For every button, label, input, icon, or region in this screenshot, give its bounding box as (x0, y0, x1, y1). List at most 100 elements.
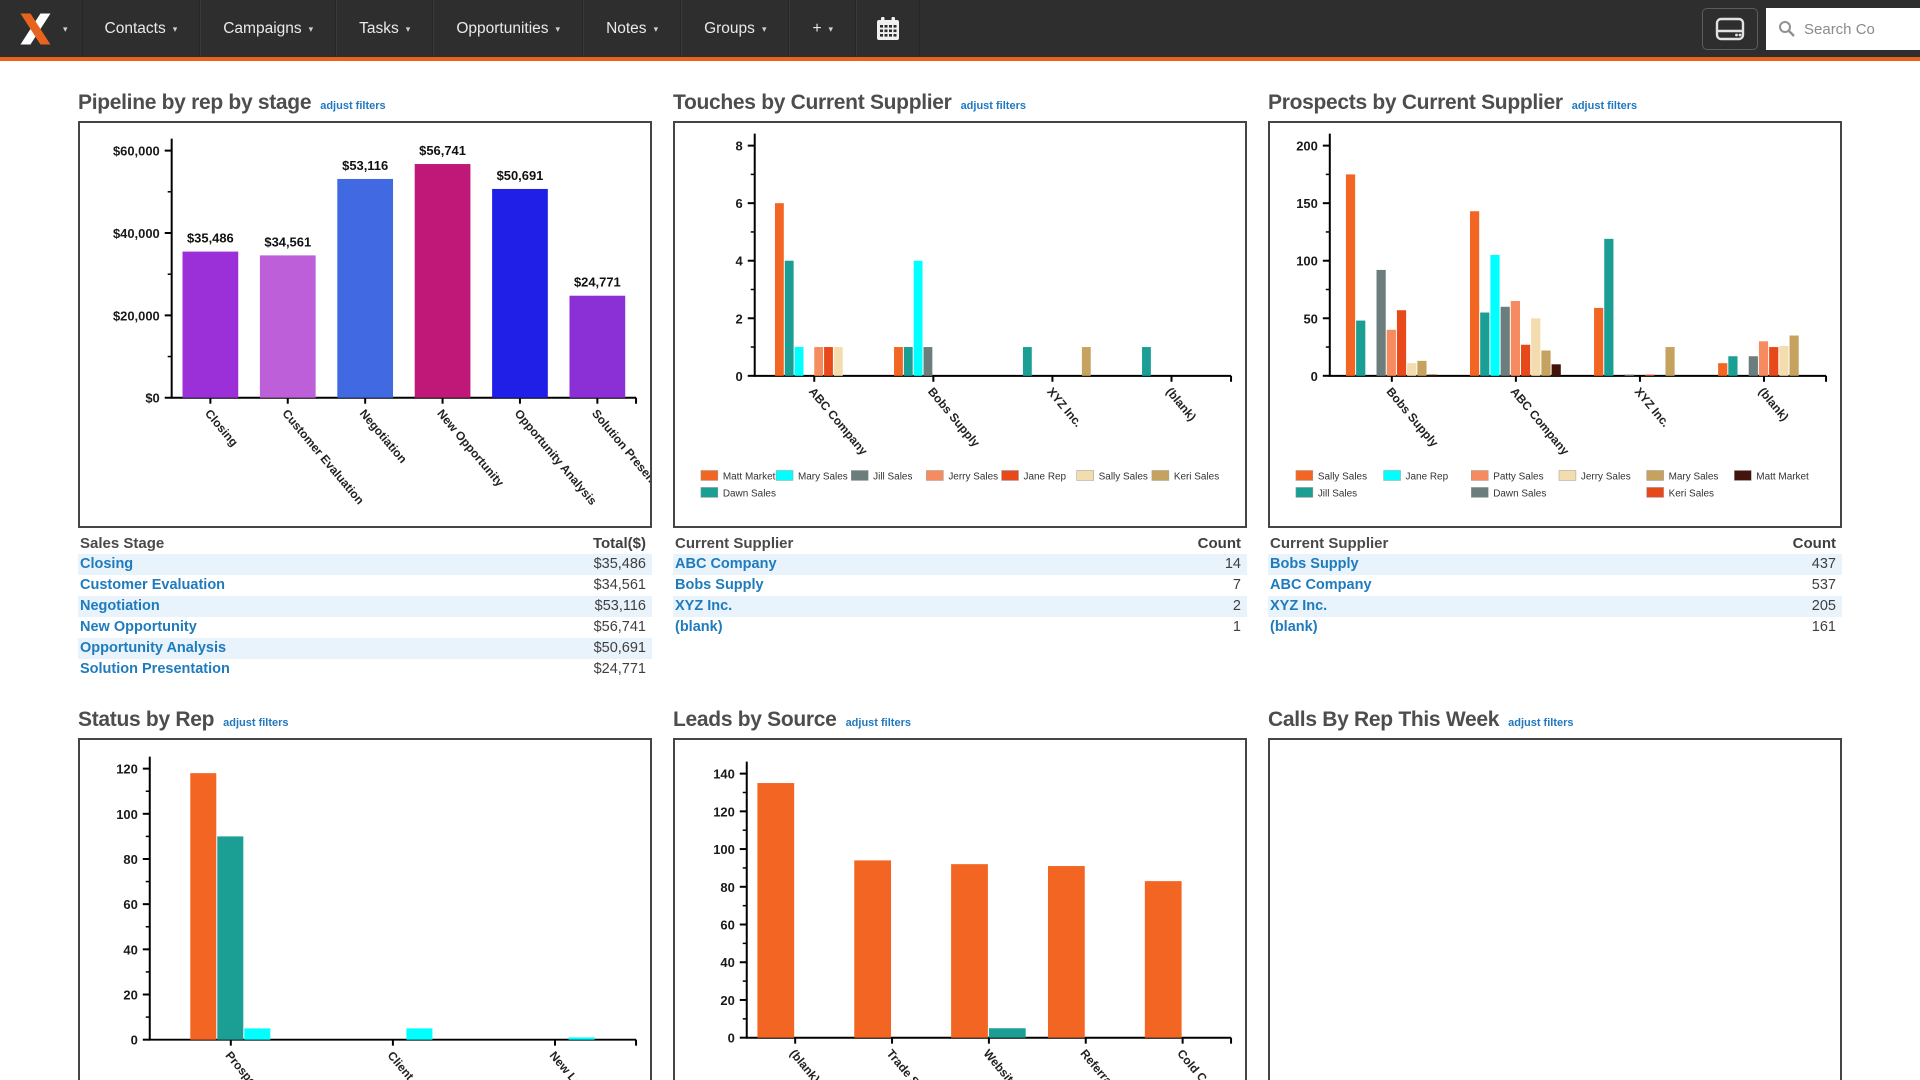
caret-down-icon: ▾ (406, 22, 411, 35)
search-input[interactable] (1804, 21, 1920, 38)
widget-leads: Leads by Source adjust filters 020406080… (673, 708, 1247, 1080)
svg-text:Website: Website (981, 1047, 1021, 1080)
table-link[interactable]: (blank) (675, 618, 723, 637)
table-row: (blank)1 (673, 617, 1247, 638)
adjust-filters-link[interactable]: adjust filters (1572, 100, 1637, 112)
drive-icon (1715, 17, 1745, 41)
svg-text:0: 0 (131, 1033, 138, 1048)
table-link[interactable]: Negotiation (80, 597, 160, 616)
svg-text:Jill Sales: Jill Sales (873, 471, 912, 482)
svg-text:Solution Presentation: Solution Presentation (589, 407, 650, 511)
adjust-filters-link[interactable]: adjust filters (961, 100, 1026, 112)
svg-text:100: 100 (1296, 254, 1318, 269)
svg-text:Keri Sales: Keri Sales (1669, 488, 1714, 499)
svg-text:8: 8 (736, 139, 743, 154)
adjust-filters-link[interactable]: adjust filters (223, 717, 288, 729)
nav-item-tasks[interactable]: Tasks▾ (336, 0, 433, 57)
svg-text:Negotiation: Negotiation (357, 407, 410, 466)
adjust-filters-link[interactable]: adjust filters (846, 717, 911, 729)
table-row: Opportunity Analysis $50,691 (78, 638, 652, 659)
table-link[interactable]: Opportunity Analysis (80, 639, 226, 658)
widget-touches: Touches by Current Supplier adjust filte… (673, 91, 1247, 680)
svg-text:0: 0 (728, 1031, 735, 1046)
touches-chart: 02468ABC CompanyBobs SupplyXYZ Inc.(blan… (673, 121, 1247, 528)
svg-text:60: 60 (720, 918, 734, 933)
nav-item-contacts[interactable]: Contacts▾ (83, 0, 201, 57)
svg-text:Cold Call: Cold Call (1174, 1047, 1218, 1080)
app-logo[interactable]: ▾ (0, 0, 83, 57)
caret-down-icon: ▾ (654, 22, 659, 35)
table-row: Bobs Supply437 (1268, 554, 1842, 575)
svg-text:Prospect: Prospect (223, 1049, 267, 1080)
svg-text:80: 80 (720, 880, 734, 895)
table-link[interactable]: ABC Company (675, 555, 777, 574)
table-value: $56,741 (594, 618, 646, 637)
svg-text:60: 60 (123, 897, 137, 912)
widget-title: Pipeline by rep by stage (78, 91, 311, 115)
widget-title: Touches by Current Supplier (673, 91, 952, 115)
widget-title: Calls By Rep This Week (1268, 708, 1499, 732)
archive-button[interactable] (1702, 8, 1758, 50)
svg-text:$60,000: $60,000 (113, 144, 160, 159)
svg-text:$56,741: $56,741 (419, 143, 466, 158)
table-row: Customer Evaluation $34,561 (78, 575, 652, 596)
top-navbar: ▾ Contacts▾Campaigns▾Tasks▾Opportunities… (0, 0, 1920, 61)
svg-text:Sally Sales: Sally Sales (1318, 471, 1367, 482)
svg-text:Patty Sales: Patty Sales (1493, 471, 1543, 482)
table-link[interactable]: Solution Presentation (80, 660, 230, 679)
nav-item-add[interactable]: +▾ (789, 0, 856, 57)
x2-logo-icon (14, 9, 56, 49)
table-value: 7 (1233, 576, 1241, 595)
table-link[interactable]: XYZ Inc. (675, 597, 732, 616)
svg-text:2: 2 (736, 311, 743, 326)
svg-text:80: 80 (123, 852, 137, 867)
svg-text:Matt Market: Matt Market (1756, 471, 1809, 482)
table-value: 161 (1812, 618, 1836, 637)
caret-down-icon: ▾ (556, 22, 561, 35)
svg-text:40: 40 (123, 942, 137, 957)
nav-item-opportunities[interactable]: Opportunities▾ (433, 0, 583, 57)
table-value: $34,561 (594, 576, 646, 595)
svg-text:0: 0 (736, 369, 743, 384)
svg-text:Trade Show: Trade Show (884, 1047, 938, 1080)
svg-text:(blank): (blank) (1163, 385, 1199, 424)
table-value: 537 (1812, 576, 1836, 595)
table-link[interactable]: ABC Company (1270, 576, 1372, 595)
table-link[interactable]: Bobs Supply (675, 576, 764, 595)
table-link[interactable]: Closing (80, 555, 133, 574)
table-header-row: Current SupplierCount (1268, 533, 1842, 554)
table-header-row: Sales StageTotal($) (78, 533, 652, 554)
table-row: New Opportunity $56,741 (78, 617, 652, 638)
adjust-filters-link[interactable]: adjust filters (320, 100, 385, 112)
nav-item-groups[interactable]: Groups▾ (681, 0, 789, 57)
table-link[interactable]: New Opportunity (80, 618, 197, 637)
search-icon (1778, 20, 1796, 38)
nav-item-calendar[interactable] (856, 0, 920, 57)
table-row: ABC Company 14 (673, 554, 1247, 575)
adjust-filters-link[interactable]: adjust filters (1508, 717, 1573, 729)
table-value: $50,691 (594, 639, 646, 658)
svg-text:Opportunity Analysis: Opportunity Analysis (512, 407, 600, 508)
nav-item-campaigns[interactable]: Campaigns▾ (200, 0, 336, 57)
nav-item-notes[interactable]: Notes▾ (583, 0, 681, 57)
table-link[interactable]: (blank) (1270, 618, 1318, 637)
svg-text:Client: Client (385, 1049, 417, 1080)
svg-text:100: 100 (116, 807, 138, 822)
dashboard: Pipeline by rep by stage adjust filters … (0, 61, 1920, 1080)
svg-text:$53,116: $53,116 (342, 158, 388, 173)
svg-text:Jane Rep: Jane Rep (1023, 471, 1066, 482)
svg-text:Keri Sales: Keri Sales (1174, 471, 1219, 482)
table-value: 14 (1225, 555, 1241, 574)
widget-title: Prospects by Current Supplier (1268, 91, 1563, 115)
nav-item-label: Campaigns (223, 20, 301, 38)
widget-title: Status by Rep (78, 708, 214, 732)
table-row: Closing$35,486 (78, 554, 652, 575)
nav-item-label: Groups (704, 20, 755, 38)
caret-down-icon: ▾ (63, 22, 68, 35)
caret-down-icon: ▾ (173, 22, 178, 35)
leads-chart: 020406080100120140(blank)Trade ShowWebsi… (673, 738, 1247, 1080)
svg-text:4: 4 (736, 254, 744, 269)
table-link[interactable]: XYZ Inc. (1270, 597, 1327, 616)
table-link[interactable]: Bobs Supply (1270, 555, 1359, 574)
table-link[interactable]: Customer Evaluation (80, 576, 225, 595)
